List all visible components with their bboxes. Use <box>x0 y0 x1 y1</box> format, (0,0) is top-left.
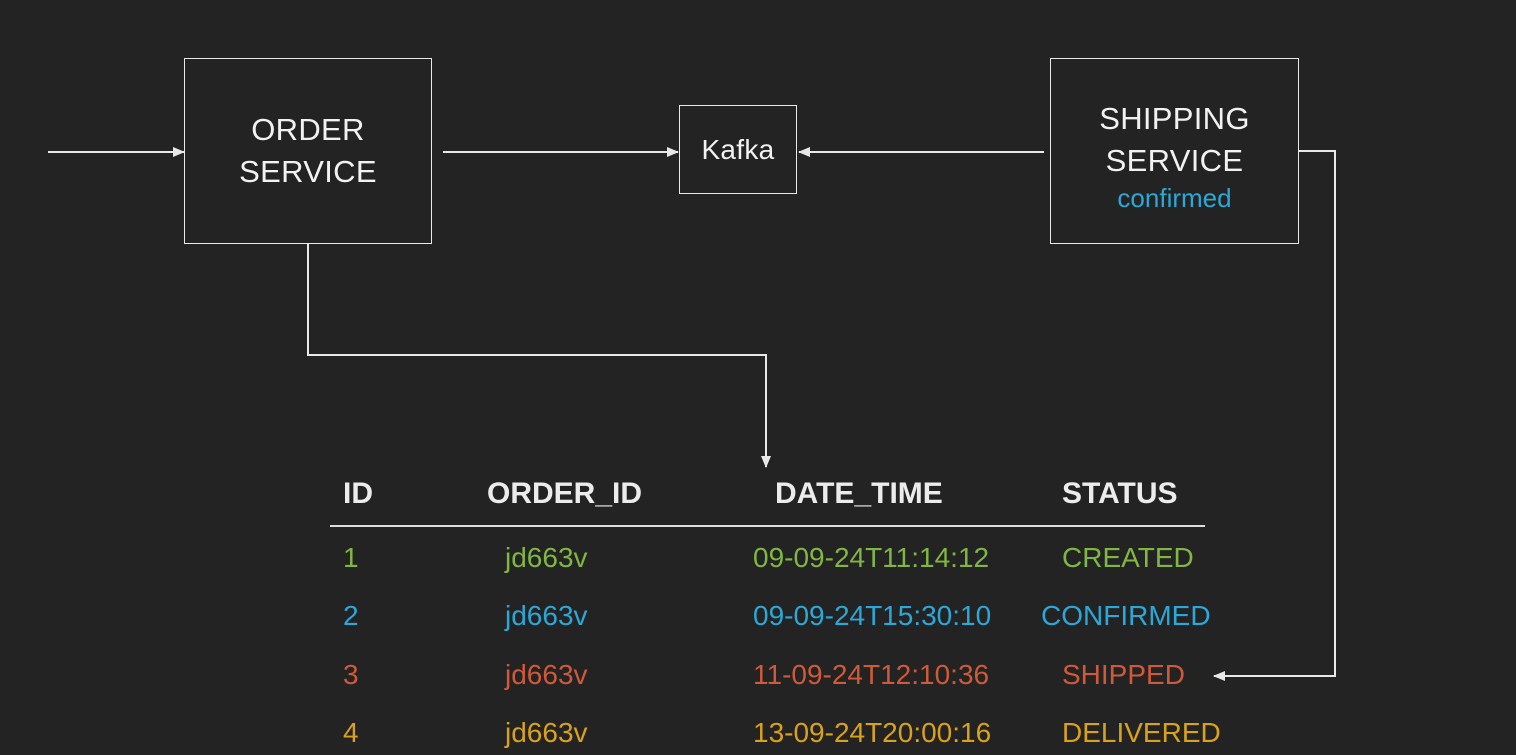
shipping-service-box: SHIPPING SERVICE confirmed <box>1050 58 1299 244</box>
row-3-status: SHIPPED <box>1062 659 1185 690</box>
order-service-label-line2: SERVICE <box>239 154 377 189</box>
kafka-label: Kafka <box>701 133 775 165</box>
header-order-id: ORDER_ID <box>487 477 643 510</box>
row-1-date-time: 09-09-24T11:14:12 <box>753 542 990 573</box>
row-3-date-time: 11-09-24T12:10:36 <box>753 659 990 690</box>
row-4-date-time: 13-09-24T20:00:16 <box>753 717 992 748</box>
table-header-divider <box>330 525 1205 527</box>
header-id: ID <box>343 477 373 510</box>
kafka-box: Kafka <box>679 105 797 194</box>
order-service-box: ORDER SERVICE <box>184 58 432 244</box>
row-4-order-id: jd663v <box>505 717 588 748</box>
row-4-status: DELIVERED <box>1062 717 1221 748</box>
header-status: STATUS <box>1062 477 1178 510</box>
row-1-order-id: jd663v <box>505 542 588 573</box>
row-4-id: 4 <box>343 717 359 748</box>
shipping-service-label-line2: SERVICE <box>1105 143 1244 178</box>
order-service-label-line1: ORDER <box>251 112 365 147</box>
row-2-date-time: 09-09-24T15:30:10 <box>753 600 992 631</box>
row-2-order-id: jd663v <box>505 600 588 631</box>
row-3-id: 3 <box>343 659 359 690</box>
shipping-service-label-line1: SHIPPING <box>1099 101 1250 136</box>
header-date-time: DATE_TIME <box>775 477 943 510</box>
row-1-id: 1 <box>343 542 359 573</box>
row-2-id: 2 <box>343 600 359 631</box>
row-2-status: CONFIRMED <box>1041 600 1211 631</box>
row-1-status: CREATED <box>1062 542 1194 573</box>
shipping-status-text: confirmed <box>1117 183 1232 213</box>
row-3-order-id: jd663v <box>505 659 588 690</box>
order-to-table-arrow <box>307 244 771 468</box>
